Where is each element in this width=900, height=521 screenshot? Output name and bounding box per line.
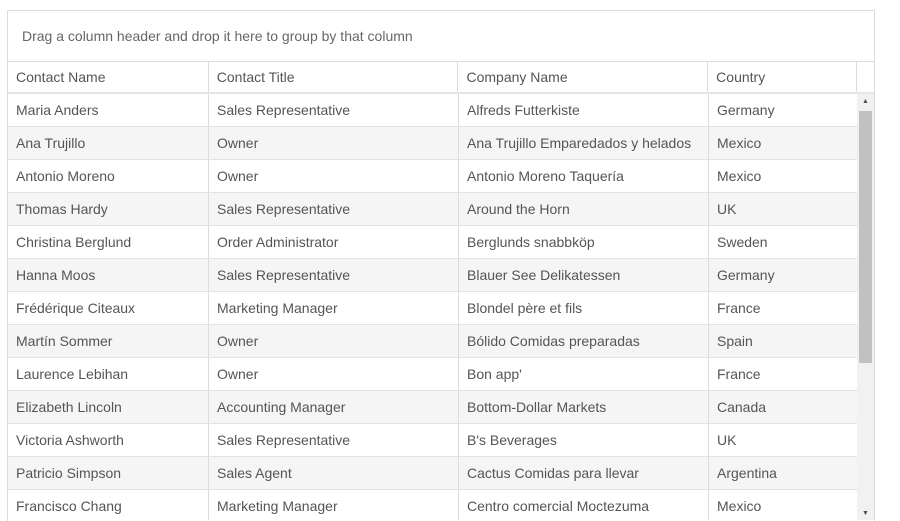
- cell-contact-title[interactable]: Sales Agent: [209, 457, 459, 489]
- group-drop-panel[interactable]: Drag a column header and drop it here to…: [8, 11, 874, 62]
- cell-contact-name[interactable]: Thomas Hardy: [8, 193, 209, 225]
- cell-contact-name[interactable]: Maria Anders: [8, 94, 209, 126]
- table-row[interactable]: Victoria Ashworth Sales Representative B's…: [8, 424, 858, 457]
- cell-contact-title[interactable]: Owner: [209, 160, 459, 192]
- cell-country[interactable]: Spain: [709, 325, 858, 357]
- cell-country[interactable]: Germany: [709, 259, 858, 291]
- cell-contact-name[interactable]: Elizabeth Lincoln: [8, 391, 209, 423]
- cell-company-name[interactable]: Blauer See Delikatessen: [459, 259, 709, 291]
- cell-contact-name[interactable]: Francisco Chang: [8, 490, 209, 520]
- cell-contact-title[interactable]: Marketing Manager: [209, 292, 459, 324]
- column-header-label: Company Name: [466, 69, 568, 85]
- table-row[interactable]: Ana Trujillo Owner Ana Trujillo Emparedado…: [8, 127, 858, 160]
- cell-contact-name[interactable]: Hanna Moos: [8, 259, 209, 291]
- cell-contact-title[interactable]: Owner: [209, 358, 459, 390]
- cell-country[interactable]: Canada: [709, 391, 858, 423]
- cell-company-name[interactable]: Berglunds snabbköp: [459, 226, 709, 258]
- cell-contact-title[interactable]: Sales Representative: [209, 259, 459, 291]
- cell-contact-title[interactable]: Accounting Manager: [209, 391, 459, 423]
- scroll-up-arrow-icon[interactable]: ▲: [857, 94, 874, 108]
- cell-company-name[interactable]: Cactus Comidas para llevar: [459, 457, 709, 489]
- cell-company-name[interactable]: B's Beverages: [459, 424, 709, 456]
- cell-company-name[interactable]: Alfreds Futterkiste: [459, 94, 709, 126]
- cell-contact-name[interactable]: Christina Berglund: [8, 226, 209, 258]
- cell-company-name[interactable]: Bottom-Dollar Markets: [459, 391, 709, 423]
- scrollbar-thumb[interactable]: [859, 111, 872, 363]
- table-row[interactable]: Hanna Moos Sales Representative Blauer See…: [8, 259, 858, 292]
- table-row[interactable]: Francisco Chang Marketing Manager Centro c…: [8, 490, 858, 520]
- cell-company-name[interactable]: Ana Trujillo Emparedados y helados: [459, 127, 709, 159]
- grid-body: Maria Anders Sales Representative Alfreds …: [8, 94, 874, 520]
- cell-contact-name[interactable]: Patricio Simpson: [8, 457, 209, 489]
- cell-country[interactable]: Germany: [709, 94, 858, 126]
- grid-rows: Maria Anders Sales Representative Alfreds …: [8, 94, 858, 520]
- cell-contact-title[interactable]: Sales Representative: [209, 94, 459, 126]
- grid-header-row: Contact Name Contact Title Company Name …: [8, 62, 874, 94]
- data-grid: Drag a column header and drop it here to…: [7, 10, 875, 521]
- cell-company-name[interactable]: Centro comercial Moctezuma: [459, 490, 709, 520]
- cell-contact-title[interactable]: Order Administrator: [209, 226, 459, 258]
- cell-country[interactable]: UK: [709, 424, 858, 456]
- header-scrollbar-spacer: [857, 62, 874, 92]
- cell-contact-name[interactable]: Ana Trujillo: [8, 127, 209, 159]
- cell-contact-title[interactable]: Owner: [209, 325, 459, 357]
- column-header-contact-name[interactable]: Contact Name: [8, 62, 209, 92]
- column-header-country[interactable]: Country: [708, 62, 857, 92]
- cell-company-name[interactable]: Around the Horn: [459, 193, 709, 225]
- table-row[interactable]: Maria Anders Sales Representative Alfreds …: [8, 94, 858, 127]
- table-row[interactable]: Patricio Simpson Sales Agent Cactus Comida…: [8, 457, 858, 490]
- table-row[interactable]: Elizabeth Lincoln Accounting Manager Botto…: [8, 391, 858, 424]
- table-row[interactable]: Martín Sommer Owner Bólido Comidas prepara…: [8, 325, 858, 358]
- cell-country[interactable]: UK: [709, 193, 858, 225]
- cell-country[interactable]: Argentina: [709, 457, 858, 489]
- cell-contact-title[interactable]: Owner: [209, 127, 459, 159]
- vertical-scrollbar[interactable]: ▲ ▼: [857, 94, 874, 520]
- scroll-down-arrow-icon[interactable]: ▼: [857, 506, 874, 520]
- column-header-contact-title[interactable]: Contact Title: [209, 62, 459, 92]
- column-header-label: Contact Name: [16, 69, 106, 85]
- cell-company-name[interactable]: Blondel père et fils: [459, 292, 709, 324]
- cell-country[interactable]: Mexico: [709, 490, 858, 520]
- table-row[interactable]: Thomas Hardy Sales Representative Around t…: [8, 193, 858, 226]
- cell-country[interactable]: France: [709, 358, 858, 390]
- cell-country[interactable]: Mexico: [709, 160, 858, 192]
- cell-country[interactable]: Sweden: [709, 226, 858, 258]
- table-row[interactable]: Antonio Moreno Owner Antonio Moreno Taquer…: [8, 160, 858, 193]
- cell-contact-name[interactable]: Victoria Ashworth: [8, 424, 209, 456]
- cell-contact-title[interactable]: Sales Representative: [209, 193, 459, 225]
- cell-company-name[interactable]: Antonio Moreno Taquería: [459, 160, 709, 192]
- column-header-label: Contact Title: [216, 69, 295, 85]
- cell-contact-title[interactable]: Marketing Manager: [209, 490, 459, 520]
- cell-contact-name[interactable]: Martín Sommer: [8, 325, 209, 357]
- cell-contact-title[interactable]: Sales Representative: [209, 424, 459, 456]
- cell-contact-name[interactable]: Antonio Moreno: [8, 160, 209, 192]
- cell-contact-name[interactable]: Laurence Lebihan: [8, 358, 209, 390]
- group-panel-hint: Drag a column header and drop it here to…: [22, 28, 413, 44]
- column-header-label: Country: [716, 69, 766, 85]
- table-row[interactable]: Christina Berglund Order Administrator Ber…: [8, 226, 858, 259]
- cell-company-name[interactable]: Bon app': [459, 358, 709, 390]
- cell-company-name[interactable]: Bólido Comidas preparadas: [459, 325, 709, 357]
- cell-contact-name[interactable]: Frédérique Citeaux: [8, 292, 209, 324]
- table-row[interactable]: Frédérique Citeaux Marketing Manager Blond…: [8, 292, 858, 325]
- column-header-company-name[interactable]: Company Name: [458, 62, 709, 92]
- cell-country[interactable]: Mexico: [709, 127, 858, 159]
- cell-country[interactable]: France: [709, 292, 858, 324]
- table-row[interactable]: Laurence Lebihan Owner Bon app' France: [8, 358, 858, 391]
